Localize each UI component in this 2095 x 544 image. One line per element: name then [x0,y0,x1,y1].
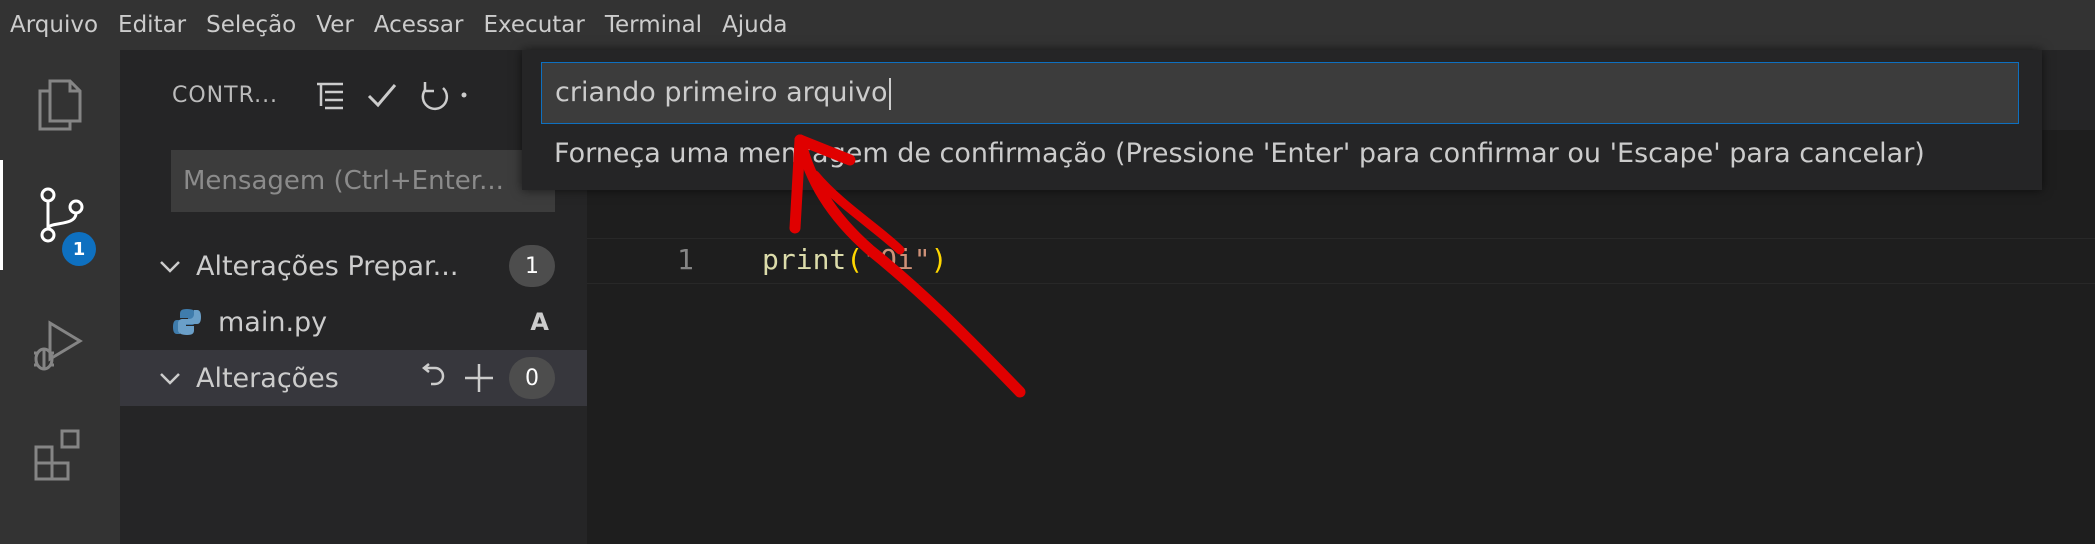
view-as-tree-button[interactable] [304,69,356,121]
changes-count-badge: 0 [509,357,555,399]
chevron-down-icon [160,261,180,273]
menu-terminal[interactable]: Terminal [595,0,712,50]
menu-arquivo[interactable]: Arquivo [0,0,108,50]
refresh-button[interactable] [408,69,460,121]
commit-message-input[interactable]: Mensagem (Ctrl+Enter... [171,150,555,212]
activity-bar: 1 [0,50,120,544]
sidebar-actions [304,69,480,121]
text-caret [888,77,891,110]
changes-group[interactable]: Alterações 0 [120,350,587,406]
menu-selecao[interactable]: Seleção [196,0,306,50]
code-paren-open: ( [846,243,864,276]
quick-input-widget: criando primeiro arquivo Forneça uma men… [522,50,2042,190]
check-icon [368,84,397,108]
menu-ver[interactable]: Ver [306,0,364,50]
line-number: 1 [677,243,694,276]
source-control-sidebar: CONTR... Mensagem (Ctrl+Enter... Alteraç… [120,50,587,544]
menu-bar: Arquivo Editar Seleção Ver Acessar Execu… [0,0,2095,51]
more-icon [461,92,467,98]
quick-input-message: Forneça uma mensagem de confirmação (Pre… [554,138,1925,169]
files-icon [38,79,82,131]
menu-ajuda[interactable]: Ajuda [712,0,797,50]
activity-run-debug[interactable] [0,290,120,400]
code-function: print [762,243,847,276]
menu-executar[interactable]: Executar [473,0,594,50]
file-item-main-py[interactable]: main.py A [120,294,587,350]
code-line-1[interactable]: 1 print("Oi") [587,238,2095,284]
code-paren-close: ) [930,243,948,276]
run-debug-icon [34,320,83,371]
code-text: print("Oi") [762,243,947,276]
refresh-icon [421,82,449,111]
staged-count-badge: 1 [509,245,555,287]
discard-changes-icon[interactable] [415,360,451,396]
sidebar-header: CONTR... [120,50,587,140]
more-actions-button[interactable] [460,69,480,121]
file-status-added: A [530,308,549,336]
changes-label: Alterações [196,362,339,394]
file-name: main.py [218,306,328,338]
commit-message-quick-input[interactable]: criando primeiro arquivo [541,62,2019,124]
extensions-icon [34,429,80,481]
code-string: "Oi" [863,243,931,276]
activity-source-control[interactable] [0,160,120,270]
stage-all-icon[interactable] [461,360,497,396]
chevron-down-icon [160,373,180,385]
quick-input-value: criando primeiro arquivo [555,77,888,108]
staged-changes-group[interactable]: Alterações Prepar... 1 [120,238,587,294]
menu-acessar[interactable]: Acessar [364,0,474,50]
sidebar-title: CONTR... [172,82,279,108]
python-icon [173,309,201,335]
staged-changes-label: Alterações Prepar... [196,250,459,282]
commit-button[interactable] [356,69,408,121]
menu-editar[interactable]: Editar [108,0,196,50]
activity-extensions[interactable] [0,400,120,510]
changes-actions [415,360,497,396]
list-tree-icon [317,82,344,110]
activity-explorer[interactable] [0,50,120,160]
source-control-badge: 1 [62,232,96,266]
